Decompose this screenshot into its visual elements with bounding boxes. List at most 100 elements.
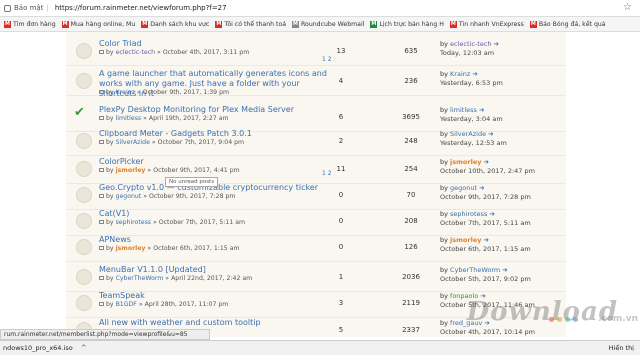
topic-author-link[interactable]: sephirotess [116, 219, 151, 226]
go-to-last-post-icon[interactable]: ➔ [484, 319, 489, 327]
topic-title-link[interactable]: Color Triad [99, 39, 329, 49]
tooltip: No unread posts [165, 177, 219, 187]
by-label: by [440, 236, 451, 244]
page-icon: M [292, 20, 300, 28]
replies-count: 11 [336, 165, 346, 173]
topic-author-link[interactable]: jsmorley [116, 167, 146, 174]
by-label: by [440, 319, 451, 327]
attachment-icon [99, 246, 104, 250]
attachment-icon [99, 302, 104, 306]
topic-title-link[interactable]: All new with weather and custom tooltip [99, 318, 329, 328]
go-to-last-post-icon[interactable]: ➔ [479, 184, 484, 192]
pagination-links[interactable]: 1 2 [322, 56, 332, 63]
go-to-last-post-icon[interactable]: ➔ [494, 40, 499, 48]
last-post-author-link[interactable]: jsmorley [450, 236, 481, 244]
topic-row: TeamSpeak by B1GDF » April 28th, 2017, 11… [66, 288, 566, 318]
topic-status-icon [76, 239, 92, 255]
bookmark-item[interactable]: M Mua hàng online, Mu [61, 20, 136, 28]
bookmark-item[interactable]: M Tìm đơn hàng [4, 20, 56, 28]
views-count: 236 [404, 77, 418, 85]
download-item[interactable]: ndows10_pro_x64.iso [3, 344, 73, 352]
topic-title-link[interactable]: Cat(V1) [99, 209, 329, 219]
bookmark-item[interactable]: M Danh sách khu vực [141, 20, 209, 28]
last-post-by: by Krainz ➔ [440, 70, 478, 78]
bookmark-star-icon[interactable]: ☆ [623, 2, 632, 13]
last-post-author-link[interactable]: limitless [450, 106, 477, 114]
bookmark-item[interactable]: M Tôi có thể thanh toá [215, 20, 286, 28]
last-post-author-link[interactable]: Krainz [450, 70, 470, 78]
go-to-last-post-icon[interactable]: ➔ [502, 266, 507, 274]
by-label: by [106, 245, 116, 252]
go-to-last-post-icon[interactable]: ➔ [488, 130, 493, 138]
bookmarks-bar: M Tìm đơn hàng M Mua hàng online, Mu M Danh s… [0, 17, 640, 32]
topic-title-link[interactable]: Clipboard Meter - Gadgets Patch 3.0.1 [99, 129, 329, 139]
last-post-author-link[interactable]: SilverAzide [450, 130, 486, 138]
go-to-last-post-icon[interactable]: ➔ [489, 210, 494, 218]
topic-author-link[interactable]: CyberTheWorm [116, 275, 164, 282]
attachment-icon [99, 140, 104, 144]
topic-author-link[interactable]: gegonut [116, 193, 142, 200]
views-count: 254 [404, 165, 418, 173]
last-post-author-link[interactable]: sephirotess [450, 210, 487, 218]
topic-author-link[interactable]: Krainz [116, 89, 135, 96]
address-bar[interactable]: Bảo mật | https://forum.rainmeter.net/vi… [0, 0, 640, 17]
bookmark-item[interactable]: M Tin nhanh VnExpress [449, 20, 524, 28]
topic-author-link[interactable]: B1GDF [116, 301, 137, 308]
last-post-time: October 7th, 2017, 5:11 am [440, 219, 531, 227]
chevron-up-icon[interactable]: ^ [81, 344, 87, 352]
last-post-by: by eclectic-tech ➔ [440, 40, 499, 48]
go-to-last-post-icon[interactable]: ➔ [480, 292, 485, 300]
last-post-time: October 6th, 2017, 1:15 am [440, 245, 531, 253]
topic-status-icon [76, 295, 92, 311]
topic-status-icon [76, 73, 92, 89]
go-to-last-post-icon[interactable]: ➔ [483, 158, 488, 166]
topic-meta: by CyberTheWorm » April 22nd, 2017, 2:42… [99, 275, 252, 282]
bookmark-item[interactable]: M Roundcube Webmail [292, 20, 364, 28]
url-text[interactable]: https://forum.rainmeter.net/viewforum.ph… [55, 4, 227, 12]
topic-title-link[interactable]: PlexPy Desktop Monitoring for Plex Media… [99, 105, 329, 115]
meta-separator: » [134, 89, 143, 96]
gmail-icon: M [215, 20, 223, 28]
last-post-time: October 5th, 2017, 11:46 am [440, 301, 535, 309]
checkmark-icon: ✔ [74, 105, 85, 120]
views-count: 70 [406, 191, 416, 199]
topic-status-icon [76, 269, 92, 285]
by-label: by [106, 89, 116, 96]
last-post-author-link[interactable]: gegonut [450, 184, 477, 192]
replies-count: 1 [338, 273, 344, 281]
show-all-link[interactable]: Hiển thị [609, 344, 634, 352]
ball-icon: M [529, 20, 537, 28]
bookmark-item[interactable]: M Lịch trực bản hàng H [370, 20, 444, 28]
topic-date: April 28th, 2017, 11:07 pm [144, 301, 229, 308]
go-to-last-post-icon[interactable]: ➔ [483, 236, 488, 244]
status-bar-url: rum.rainmeter.net/memberlist.php?mode=vi… [0, 329, 210, 340]
bookmark-label: Mua hàng online, Mu [70, 20, 136, 28]
views-count: 248 [404, 137, 418, 145]
last-post-author-link[interactable]: CyberTheWorm [450, 266, 500, 274]
last-post-author-link[interactable]: fred_gauv [450, 319, 482, 327]
go-to-last-post-icon[interactable]: ➔ [472, 70, 477, 78]
last-post-author-link[interactable]: jsmorley [450, 158, 481, 166]
bookmark-item[interactable]: M Báo Bóng đá, kết quả [529, 20, 606, 28]
news-icon: M [449, 20, 457, 28]
last-post-by: by jsmorley ➔ [440, 158, 489, 166]
topic-author-link[interactable]: jsmorley [116, 245, 146, 252]
replies-count: 4 [338, 77, 344, 85]
topic-author-link[interactable]: limitless [116, 115, 142, 122]
last-post-author-link[interactable]: eclectic-tech [450, 40, 491, 48]
topic-author-link[interactable]: eclectic-tech [116, 49, 155, 56]
topic-title-link[interactable]: ColorPicker [99, 157, 329, 167]
by-label: by [440, 130, 451, 138]
last-post-author-link[interactable]: fonpaolo [450, 292, 478, 300]
topic-title-link[interactable]: TeamSpeak [99, 291, 329, 301]
topic-status-icon [76, 213, 92, 229]
security-label: Bảo mật [14, 4, 44, 12]
topic-title-link[interactable]: MenuBar V1.1.0 [Updated] [99, 265, 329, 275]
topic-meta: by Krainz » October 9th, 2017, 1:39 pm [99, 89, 229, 96]
topic-meta: by jsmorley » October 9th, 2017, 4:41 pm [99, 167, 240, 174]
topic-title-link[interactable]: APNews [99, 235, 329, 245]
views-count: 126 [404, 243, 418, 251]
topic-author-link[interactable]: SilverAzide [116, 139, 150, 146]
go-to-last-post-icon[interactable]: ➔ [479, 106, 484, 114]
topic-meta: by SilverAzide » October 7th, 2017, 9:04… [99, 139, 244, 146]
